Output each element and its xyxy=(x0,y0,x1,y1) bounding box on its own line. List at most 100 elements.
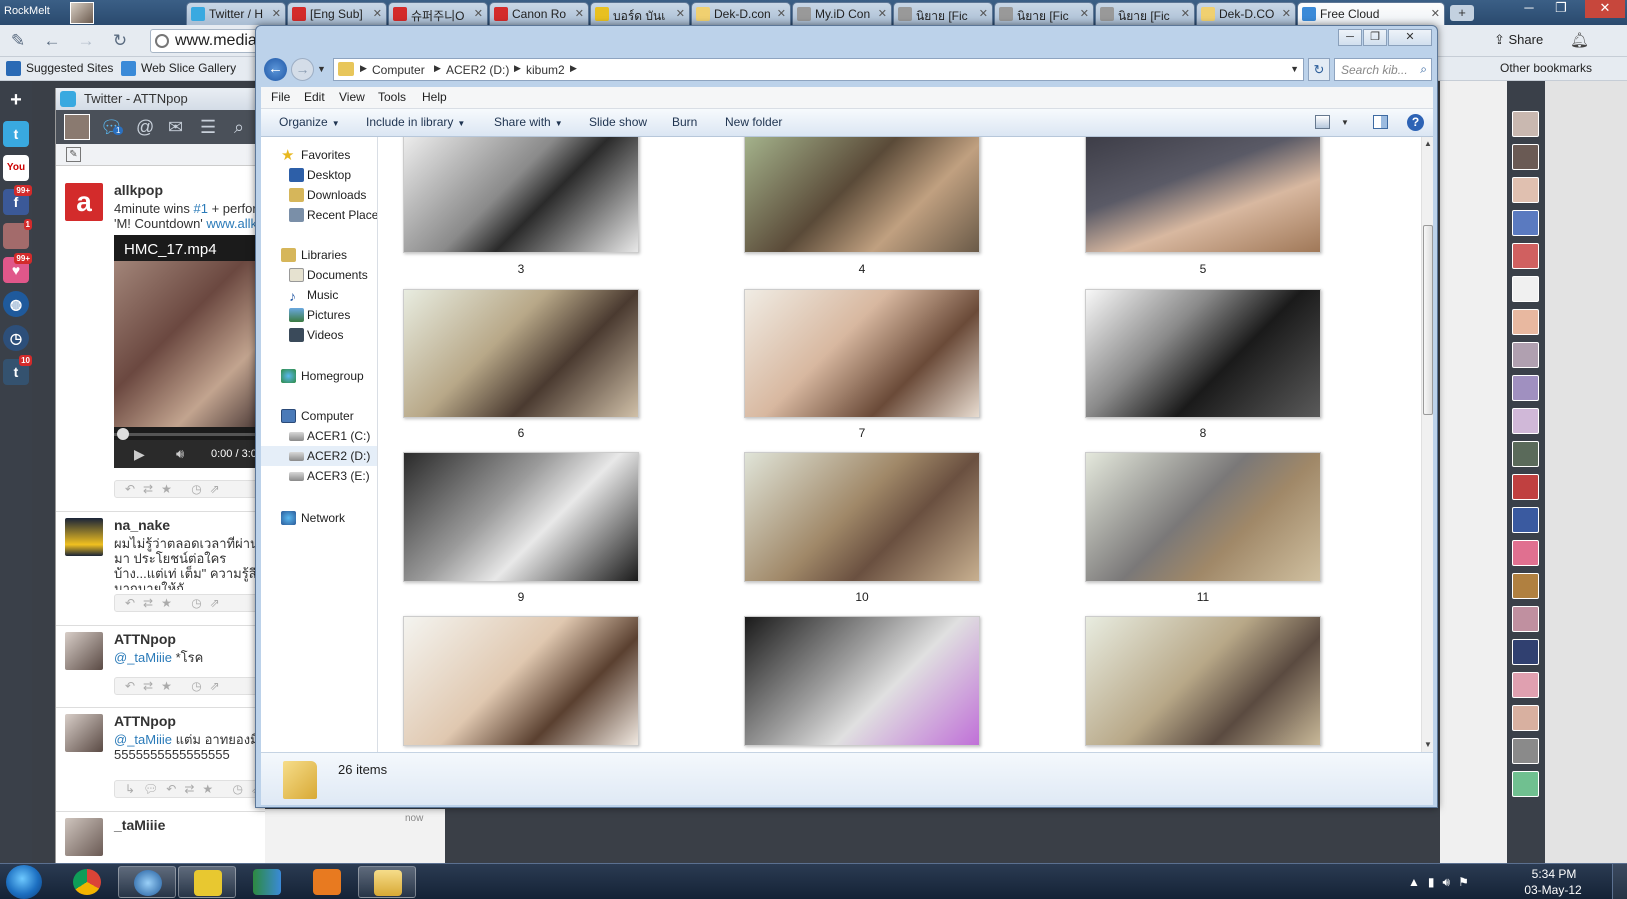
tumblr-icon[interactable]: t 10 xyxy=(3,355,32,385)
twitter-icon[interactable]: t xyxy=(3,121,29,147)
friend-avatar[interactable] xyxy=(1512,243,1539,269)
tab-dekd[interactable]: Dek-D.con ✕ xyxy=(691,2,791,25)
include-in-library-button[interactable]: Include in library ▼ xyxy=(366,115,465,129)
explorer-close-button[interactable]: ✕ xyxy=(1388,29,1432,46)
nav-recent-places[interactable]: Recent Places xyxy=(261,205,377,225)
timeline-icon[interactable]: 💬︎ 1 xyxy=(100,117,124,138)
tweet-author[interactable]: ATTNpop xyxy=(114,713,176,729)
avatar[interactable] xyxy=(65,518,103,556)
tab-superjunior[interactable]: 슈퍼주니O ✕ xyxy=(388,2,488,25)
file-name[interactable]: 4 xyxy=(744,262,980,276)
friend-avatar[interactable] xyxy=(1512,705,1539,731)
scroll-up-icon[interactable]: ▲ xyxy=(1424,139,1432,148)
nav-network[interactable]: Network xyxy=(261,508,377,528)
change-view-icon[interactable] xyxy=(1315,115,1330,129)
forward-button[interactable]: → xyxy=(291,58,314,81)
close-icon[interactable]: ✕ xyxy=(272,7,281,20)
friend-avatar[interactable] xyxy=(1512,309,1539,335)
burn-button[interactable]: Burn xyxy=(672,115,697,129)
menu-view[interactable]: View xyxy=(339,90,365,104)
close-icon[interactable]: ✕ xyxy=(777,7,786,20)
share-button[interactable]: ⇪ Share xyxy=(1494,32,1543,48)
share-with-button[interactable]: Share with ▼ xyxy=(494,115,563,129)
tweet-actions[interactable]: ↳💬︎↶⇄★ ◷⇗ xyxy=(114,780,265,798)
tweet-actions[interactable]: ↶⇄★ ◷⇗ xyxy=(114,594,265,612)
close-window-button[interactable]: ✕ xyxy=(1585,0,1625,18)
clock-icon[interactable]: ◷ xyxy=(3,325,29,351)
show-hidden-icon[interactable]: ▲ xyxy=(1408,875,1428,889)
tab-fic-2[interactable]: นิยาย [Fic ✕ xyxy=(994,2,1094,25)
profile-avatar[interactable] xyxy=(70,2,94,24)
image-thumbnail[interactable] xyxy=(403,616,639,746)
nav-pictures[interactable]: Pictures xyxy=(261,305,377,325)
friend-avatar[interactable] xyxy=(1512,408,1539,434)
file-name[interactable]: 8 xyxy=(1085,426,1321,440)
start-button[interactable] xyxy=(6,865,42,899)
image-thumbnail[interactable] xyxy=(1085,137,1321,253)
maximize-button[interactable]: ❐ xyxy=(1547,0,1575,18)
rockmelt-menu[interactable]: RockMelt xyxy=(4,5,50,17)
youtube-icon[interactable]: You xyxy=(3,155,29,181)
friend-avatar[interactable] xyxy=(1512,375,1539,401)
friend-avatar[interactable] xyxy=(1512,672,1539,698)
menu-tools[interactable]: Tools xyxy=(378,90,406,104)
nav-drive-c[interactable]: ACER1 (C:) xyxy=(261,426,377,446)
taskbar-pidgin[interactable] xyxy=(178,866,236,898)
action-center-icon[interactable]: ⚑ xyxy=(1458,875,1477,889)
explorer-maximize-button[interactable]: ❐ xyxy=(1363,29,1387,46)
avatar[interactable] xyxy=(65,818,103,856)
image-thumbnail[interactable] xyxy=(744,616,980,746)
nav-homegroup[interactable]: Homegroup xyxy=(261,366,377,386)
lists-icon[interactable]: ☰ xyxy=(200,117,216,138)
friend-avatar[interactable] xyxy=(1512,342,1539,368)
close-icon[interactable]: ✕ xyxy=(575,7,584,20)
network-signal-icon[interactable]: ▮ xyxy=(1428,875,1443,889)
file-name[interactable]: 7 xyxy=(744,426,980,440)
close-icon[interactable]: ✕ xyxy=(878,7,887,20)
file-name[interactable]: 3 xyxy=(403,262,639,276)
search-icon[interactable]: ⌕ xyxy=(1420,62,1427,77)
friend-avatar[interactable] xyxy=(1512,276,1539,302)
close-icon[interactable]: ✕ xyxy=(1181,7,1190,20)
tab-fic-1[interactable]: นิยาย [Fic ✕ xyxy=(893,2,993,25)
avatar[interactable] xyxy=(64,114,90,140)
friend-avatar[interactable] xyxy=(1512,111,1539,137)
nav-libraries[interactable]: Libraries xyxy=(261,245,377,265)
refresh-button[interactable]: ↻ xyxy=(1308,58,1330,81)
file-name[interactable]: 6 xyxy=(403,426,639,440)
chevron-right-icon[interactable]: ▶ xyxy=(514,63,521,74)
video-frame[interactable] xyxy=(114,261,265,427)
menu-file[interactable]: File xyxy=(271,90,290,104)
chevron-down-icon[interactable]: ▼ xyxy=(1290,64,1299,74)
taskbar-chrome[interactable] xyxy=(58,866,116,898)
taskbar-messenger[interactable] xyxy=(238,866,296,898)
image-thumbnail[interactable] xyxy=(403,137,639,253)
address-bar[interactable]: www.mediafire.com xyxy=(150,29,270,53)
forward-icon[interactable]: → xyxy=(74,30,98,52)
nav-music[interactable]: ♪ Music xyxy=(261,285,377,305)
chevron-right-icon[interactable]: ▶ xyxy=(360,63,367,74)
tweet-author[interactable]: ATTNpop xyxy=(114,631,176,647)
tab-dekd-2[interactable]: Dek-D.CO ✕ xyxy=(1196,2,1296,25)
explorer-address-bar[interactable]: ▶ Computer ▶ ACER2 (D:) ▶ kibum2 ▶ ▼ xyxy=(333,58,1304,81)
organize-button[interactable]: Organize ▼ xyxy=(279,115,340,129)
nav-documents[interactable]: Documents xyxy=(261,265,377,285)
other-bookmarks[interactable]: Other bookmarks xyxy=(1500,61,1592,75)
tweet-author[interactable]: _taMiiie xyxy=(114,817,165,833)
clock-time[interactable]: 5:34 PM xyxy=(1524,867,1584,881)
mention-link[interactable]: @_taMiiie xyxy=(114,650,172,665)
friend-avatar[interactable] xyxy=(1512,177,1539,203)
history-dropdown-icon[interactable]: ▼ xyxy=(317,64,326,74)
image-thumbnail[interactable] xyxy=(1085,452,1321,582)
tweet-actions[interactable]: ↶⇄★ ◷⇗ xyxy=(114,480,265,498)
friend-avatar[interactable] xyxy=(1512,573,1539,599)
bookmark-web-slice-gallery[interactable]: Web Slice Gallery xyxy=(121,61,236,76)
avatar[interactable] xyxy=(65,632,103,670)
nav-desktop[interactable]: Desktop xyxy=(261,165,377,185)
hashtag-link[interactable]: #1 xyxy=(193,201,207,216)
nav-downloads[interactable]: Downloads xyxy=(261,185,377,205)
breadcrumb-folder[interactable]: kibum2 xyxy=(526,63,565,77)
chevron-right-icon[interactable]: ▶ xyxy=(434,63,441,74)
taskbar-explorer[interactable] xyxy=(358,866,416,898)
compose-icon[interactable]: ✎ xyxy=(6,30,30,52)
